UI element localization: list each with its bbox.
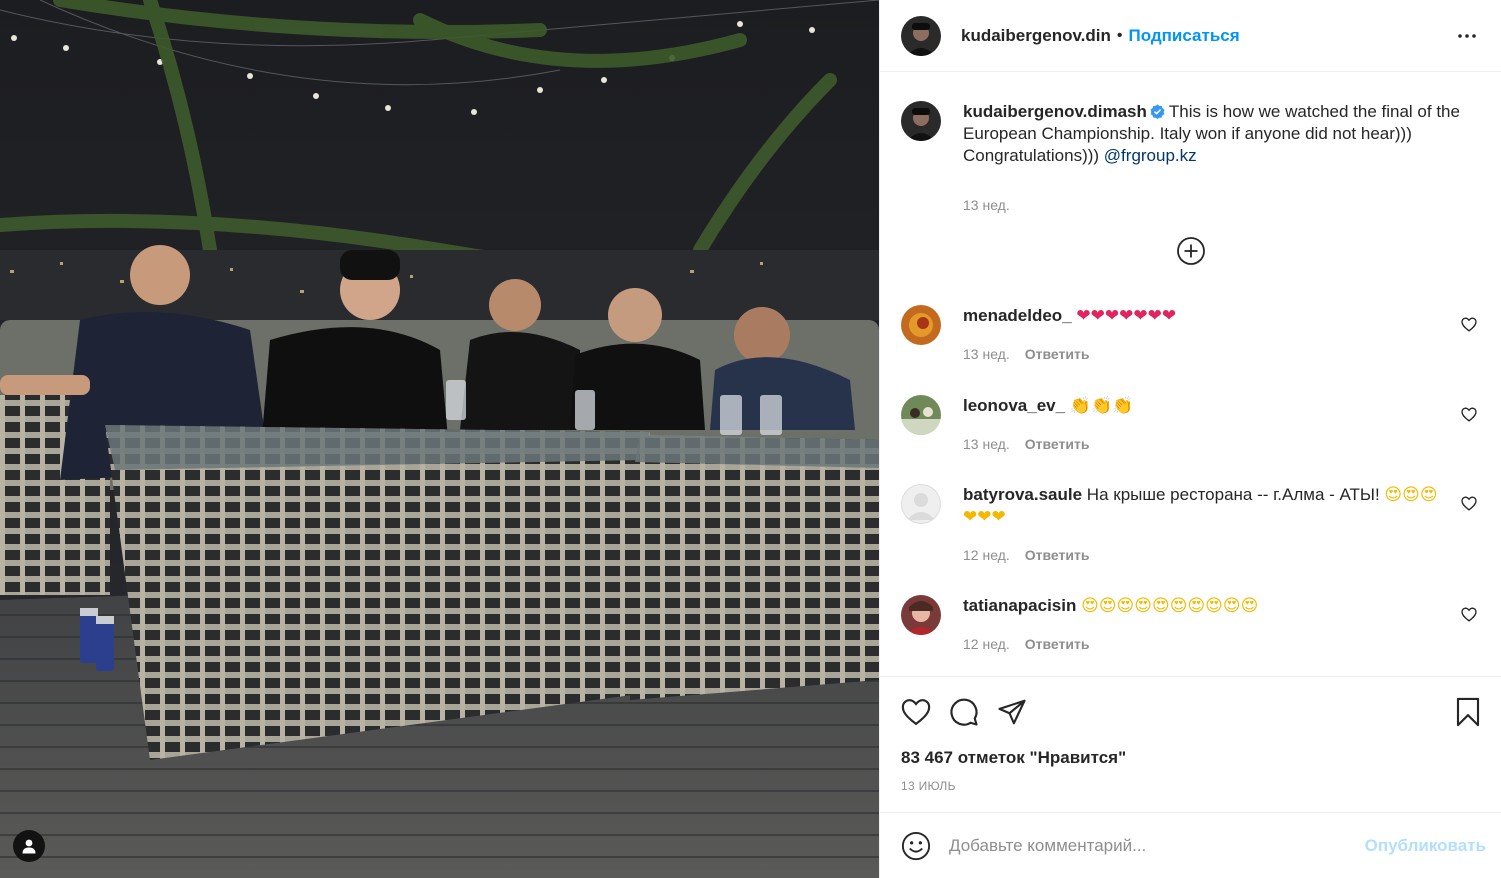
plus-circle-icon: [1177, 237, 1205, 265]
likes-count[interactable]: 83 467 отметок "Нравится": [901, 748, 1126, 768]
comment-avatar[interactable]: [901, 305, 941, 345]
emoji-picker-button[interactable]: [901, 831, 931, 861]
author-avatar[interactable]: [901, 15, 941, 56]
reply-button[interactable]: Ответить: [1025, 633, 1090, 655]
comment-time[interactable]: 13 нед.: [963, 433, 1010, 455]
comment-username[interactable]: batyrova.saule: [963, 485, 1082, 504]
heart-icon: [1461, 317, 1477, 332]
share-icon: [998, 699, 1026, 725]
action-bar: [901, 695, 1481, 729]
comment-avatar[interactable]: [901, 395, 941, 435]
comment-time[interactable]: 12 нед.: [963, 633, 1010, 655]
comment-button[interactable]: [949, 697, 979, 727]
reply-button[interactable]: Ответить: [1025, 544, 1090, 566]
caption-username[interactable]: kudaibergenov.dimash: [963, 102, 1147, 121]
photo-image: [0, 0, 879, 878]
comment-item: batyrova.saule На крыше ресторана -- г.А…: [901, 484, 1481, 566]
reply-button[interactable]: Ответить: [1025, 343, 1090, 365]
user-icon: [22, 839, 36, 854]
post-side-panel: kudaibergenov.din • Подписаться kudaiber…: [879, 0, 1501, 878]
comment-like-button[interactable]: [1461, 496, 1477, 516]
heart-icon: [1461, 407, 1477, 422]
heart-icon: [1461, 496, 1477, 511]
heart-icon: [901, 699, 931, 726]
comment-emoji: ❤❤❤❤❤❤❤: [1076, 306, 1177, 326]
comment-input[interactable]: [949, 835, 1365, 856]
comment-like-button[interactable]: [1461, 407, 1477, 427]
caption-avatar[interactable]: [901, 101, 941, 141]
user-tags-button[interactable]: [13, 830, 45, 862]
load-more-comments-button[interactable]: [1176, 236, 1206, 266]
post-comment-button[interactable]: Опубликовать: [1365, 836, 1486, 856]
post-header: kudaibergenov.din • Подписаться: [880, 0, 1501, 72]
more-options-icon: [1458, 33, 1476, 38]
reply-button[interactable]: Ответить: [1025, 433, 1090, 455]
author-username[interactable]: kudaibergenov.din: [961, 26, 1111, 46]
comment-username[interactable]: leonova_ev_: [963, 396, 1065, 415]
save-button[interactable]: [1455, 697, 1481, 727]
comments-feed[interactable]: kudaibergenov.dimash This is how we watch…: [880, 73, 1501, 676]
comment-username[interactable]: tatianapacisin: [963, 596, 1076, 615]
post-photo[interactable]: [0, 0, 879, 878]
comment-item: menadeldeo_ ❤❤❤❤❤❤❤ 13 нед. Ответить: [901, 305, 1481, 365]
comment-icon: [950, 698, 978, 726]
emoji-icon: [901, 831, 931, 860]
like-button[interactable]: [901, 698, 931, 726]
comment-item: tatianapacisin 😍😍😍😍😍😍😍😍😍😍 12 нед. Ответи…: [901, 595, 1481, 655]
comment-emoji: 👏👏👏: [1069, 396, 1134, 416]
comment-time[interactable]: 13 нед.: [963, 343, 1010, 365]
post-caption: kudaibergenov.dimash This is how we watch…: [901, 101, 1481, 216]
more-options-button[interactable]: [1454, 30, 1480, 42]
comment-composer: Опубликовать: [880, 812, 1501, 878]
post-date[interactable]: 13 июль: [901, 779, 956, 793]
verified-badge-icon: [1150, 104, 1165, 119]
comment-like-button[interactable]: [1461, 317, 1477, 337]
bookmark-icon: [1456, 697, 1480, 727]
heart-icon: [1461, 607, 1477, 622]
comment-username[interactable]: menadeldeo_: [963, 306, 1072, 325]
follow-button[interactable]: Подписаться: [1128, 26, 1239, 46]
comment-emoji: 😍😍😍😍😍😍😍😍😍😍: [1081, 596, 1259, 616]
share-button[interactable]: [997, 697, 1027, 727]
caption-mention-link[interactable]: @frgroup.kz: [1104, 146, 1197, 165]
caption-time[interactable]: 13 нед.: [963, 194, 1481, 216]
comment-item: leonova_ev_ 👏👏👏 13 нед. Ответить: [901, 395, 1481, 455]
comment-text: На крыше ресторана -- г.Алма - АТЫ!: [1086, 485, 1380, 504]
comment-like-button[interactable]: [1461, 607, 1477, 627]
post-actions: 83 467 отметок "Нравится" 13 июль: [880, 676, 1501, 812]
comment-avatar[interactable]: [901, 595, 941, 635]
comment-time[interactable]: 12 нед.: [963, 544, 1010, 566]
comment-avatar[interactable]: [901, 484, 941, 524]
separator-dot: •: [1116, 26, 1123, 44]
